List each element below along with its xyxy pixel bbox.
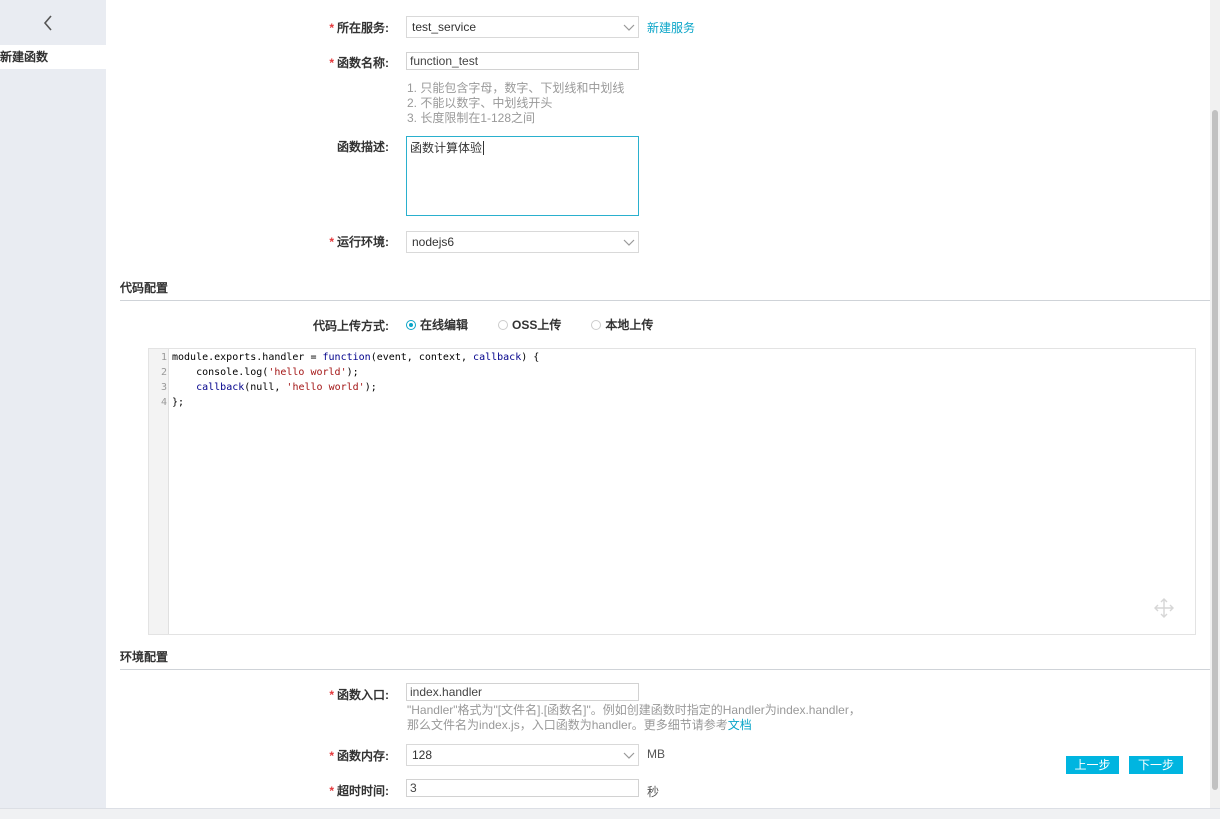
memory-select[interactable]: 128 <box>406 744 639 766</box>
new-service-link[interactable]: 新建服务 <box>647 19 695 36</box>
scrollbar-thumb[interactable] <box>1212 110 1218 790</box>
radio-online-edit[interactable]: 在线编辑 <box>406 316 468 333</box>
description-label: 函数描述: <box>337 140 389 154</box>
timeout-label: * 超时时间: <box>329 784 389 798</box>
radio-oss-upload[interactable]: OSS上传 <box>498 316 561 333</box>
section-divider <box>120 300 1216 301</box>
env-config-title: 环境配置 <box>120 650 169 664</box>
handler-input[interactable]: index.handler <box>406 683 639 701</box>
handler-hint: "Handler"格式为"[文件名].[函数名]"。例如创建函数时指定的Hand… <box>407 703 861 732</box>
line-number: 3 <box>160 382 167 393</box>
runtime-select[interactable]: nodejs6 <box>406 231 639 253</box>
chevron-down-icon <box>623 24 635 31</box>
editor-gutter: 1 2 3 4 <box>149 349 169 634</box>
function-name-input[interactable]: function_test <box>406 52 639 70</box>
service-select[interactable]: test_service <box>406 16 639 38</box>
back-icon[interactable] <box>38 12 58 34</box>
line-number: 4 <box>160 397 167 408</box>
memory-label: * 函数内存: <box>329 749 389 763</box>
sidebar-item-new-function[interactable]: 新建函数 <box>0 45 106 69</box>
sidebar: 新建函数 <box>0 0 106 819</box>
bottom-bar <box>0 808 1220 819</box>
docs-link[interactable]: 文档 <box>728 718 752 732</box>
upload-method-radios: 在线编辑 OSS上传 本地上传 <box>406 316 683 333</box>
code-line: console.log('hello world'); <box>172 367 359 378</box>
timeout-input[interactable]: 3 <box>406 779 639 797</box>
line-number: 2 <box>160 367 167 378</box>
resize-move-icon[interactable] <box>1153 597 1175 619</box>
section-divider <box>120 669 1216 670</box>
memory-unit: MB <box>647 747 665 761</box>
line-number: 1 <box>160 352 167 363</box>
function-name-label: * 函数名称: <box>329 56 389 70</box>
code-line: callback(null, 'hello world'); <box>196 382 377 393</box>
name-rules: 1. 只能包含字母，数字、下划线和中划线 2. 不能以数字、中划线开头 3. 长… <box>407 81 625 125</box>
timeout-unit: 秒 <box>647 785 660 799</box>
code-config-title: 代码配置 <box>120 281 169 295</box>
next-step-button[interactable]: 下一步 <box>1129 756 1183 774</box>
chevron-down-icon <box>623 752 635 759</box>
radio-local-upload[interactable]: 本地上传 <box>591 316 653 333</box>
handler-label: * 函数入口: <box>329 688 389 702</box>
prev-step-button[interactable]: 上一步 <box>1066 756 1119 774</box>
description-textarea[interactable]: 函数计算体验 <box>406 136 639 216</box>
code-editor[interactable]: 1 2 3 4 module.exports.handler = functio… <box>148 348 1196 635</box>
service-label: * 所在服务: <box>329 21 389 35</box>
chevron-down-icon <box>623 239 635 246</box>
code-line: module.exports.handler = function(event,… <box>172 352 540 363</box>
code-line: }; <box>172 397 185 408</box>
runtime-label: * 运行环境: <box>329 235 389 249</box>
upload-method-label: 代码上传方式: <box>313 319 389 333</box>
